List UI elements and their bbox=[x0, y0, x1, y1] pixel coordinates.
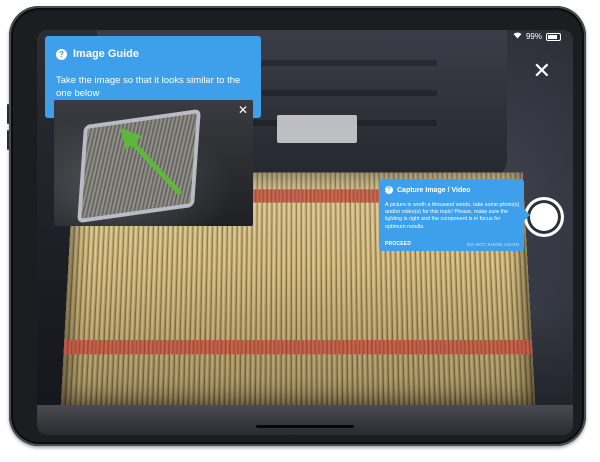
close-camera-button[interactable]: ✕ bbox=[533, 60, 551, 82]
image-guide-header: ? Image Guide bbox=[56, 48, 139, 60]
green-arrow-icon bbox=[120, 128, 182, 195]
airbox-label-sticker bbox=[277, 115, 357, 143]
filter-frame bbox=[37, 405, 573, 435]
capture-tooltip-body: A picture is worth a thousand words, tak… bbox=[385, 202, 520, 230]
close-reference-button[interactable]: ✕ bbox=[238, 103, 248, 117]
question-icon: ? bbox=[385, 186, 393, 194]
camera-screen: 99% ✕ ? Image Guide Take the image so th… bbox=[37, 30, 573, 435]
proceed-button[interactable]: PROCEED bbox=[385, 241, 411, 247]
close-icon: ✕ bbox=[237, 103, 248, 117]
wifi-icon bbox=[513, 32, 522, 41]
volume-up-button bbox=[7, 104, 9, 124]
image-guide-title: Image Guide bbox=[73, 48, 140, 60]
volume-down-button bbox=[7, 130, 9, 150]
reference-image: ✕ bbox=[54, 100, 253, 226]
status-bar: 99% bbox=[513, 32, 561, 41]
tablet-device: 99% ✕ ? Image Guide Take the image so th… bbox=[7, 6, 586, 446]
image-guide-instruction: Take the image so that it looks similar … bbox=[56, 75, 241, 99]
home-indicator[interactable] bbox=[256, 425, 354, 428]
battery-icon bbox=[546, 32, 561, 41]
battery-percentage: 99% bbox=[525, 32, 542, 41]
question-icon: ? bbox=[56, 48, 67, 60]
close-icon: ✕ bbox=[532, 58, 551, 83]
capture-tooltip-header: ? Capture Image / Video bbox=[385, 186, 470, 194]
shutter-button[interactable] bbox=[524, 197, 564, 237]
capture-tooltip-title: Capture Image / Video bbox=[397, 186, 471, 194]
filter-red-stripe-bottom bbox=[63, 340, 533, 355]
capture-tooltip: ? Capture Image / Video A picture is wor… bbox=[379, 179, 530, 251]
do-not-show-again-button[interactable]: DO NOT SHOW AGAIN bbox=[467, 242, 519, 247]
